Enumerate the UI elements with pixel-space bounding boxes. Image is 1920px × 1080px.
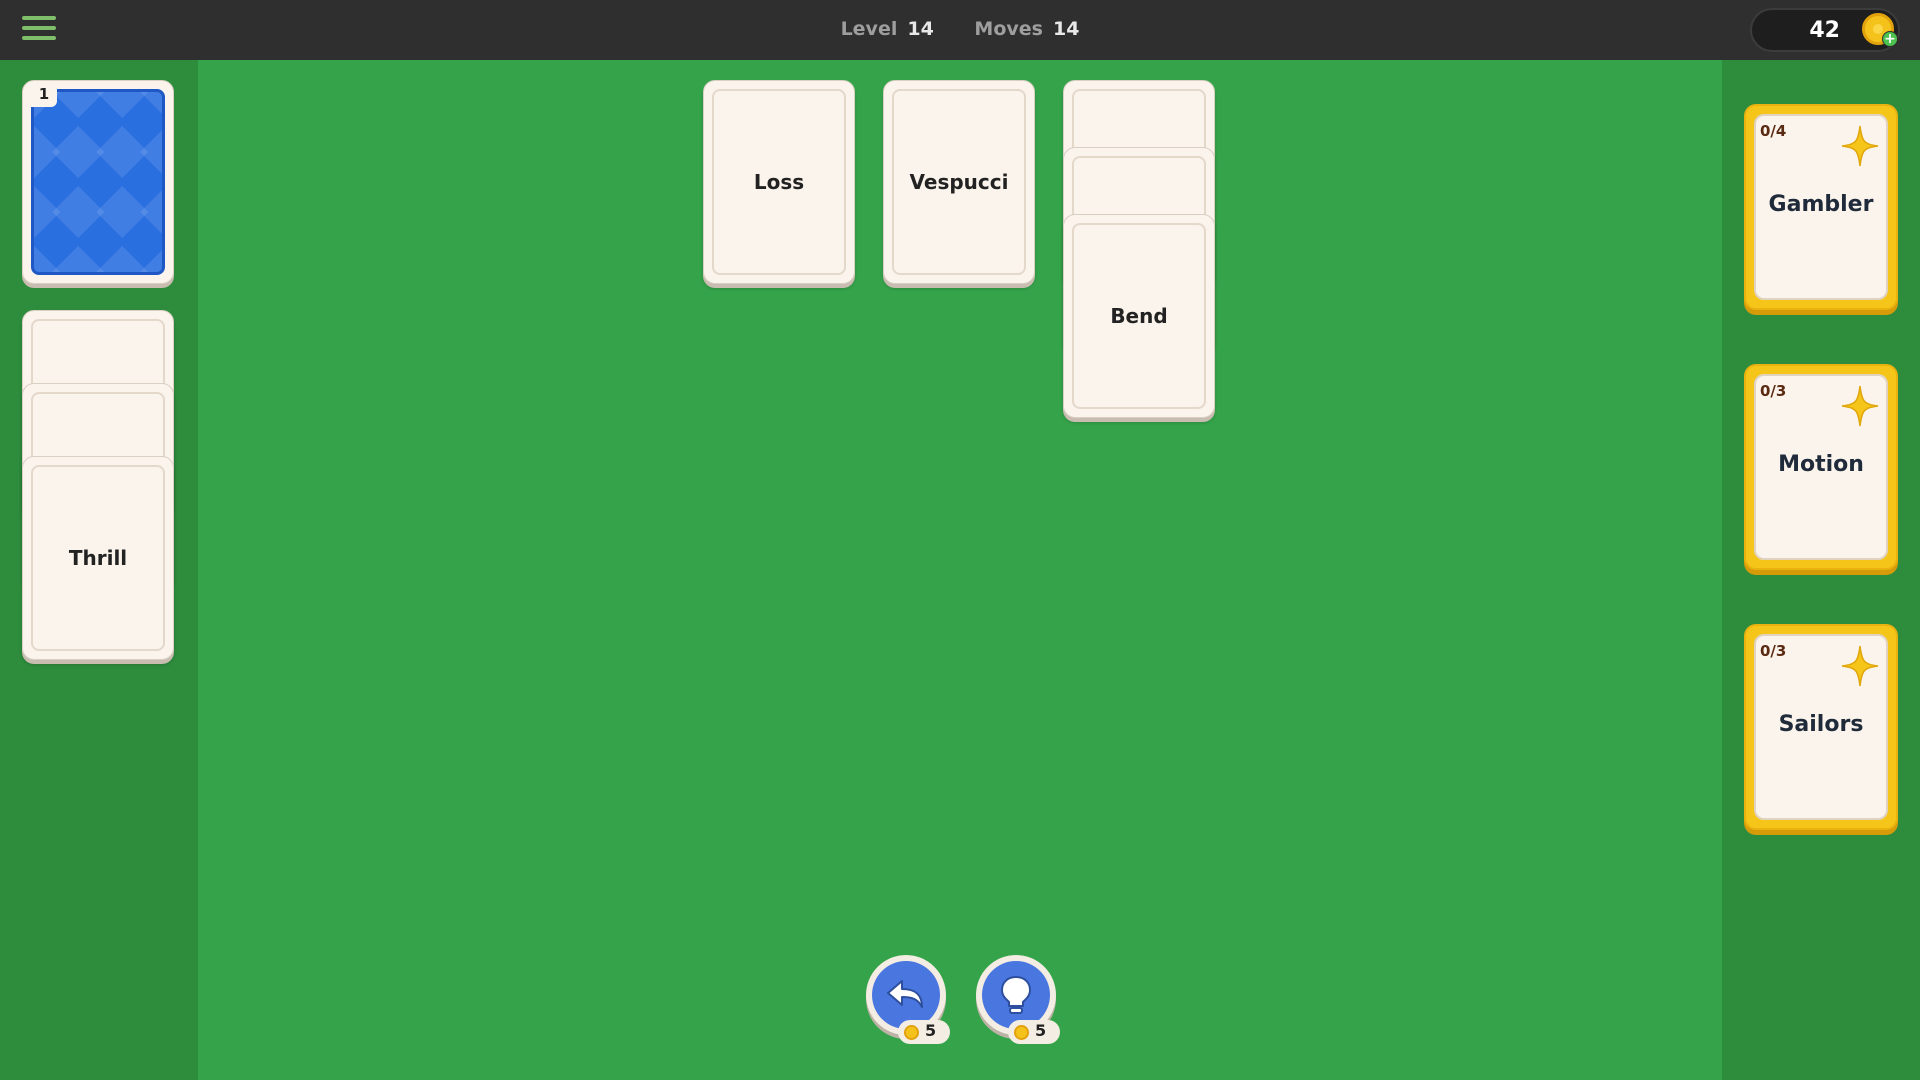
- category-name: Gambler: [1768, 192, 1874, 217]
- card-back: [31, 89, 165, 275]
- card-word: Vespucci: [909, 170, 1009, 194]
- star-icon: [1841, 125, 1879, 167]
- plus-icon[interactable]: +: [1882, 31, 1898, 47]
- undo-cost-value: 5: [925, 1021, 937, 1040]
- hint-cost: 5: [1008, 1020, 1060, 1044]
- category-count: 0/3: [1760, 642, 1787, 660]
- category-name: Sailors: [1778, 712, 1864, 737]
- undo-cost: 5: [898, 1020, 950, 1044]
- category-count: 0/3: [1760, 382, 1787, 400]
- category-card-motion[interactable]: 0/3 Motion: [1744, 364, 1898, 570]
- waste-top-card[interactable]: Thrill: [22, 456, 174, 660]
- stats: Level 14 Moves 14: [0, 18, 1920, 40]
- deck-count: 1: [31, 85, 57, 107]
- card-word: Thrill: [68, 546, 128, 570]
- category-name: Motion: [1778, 452, 1864, 477]
- draw-deck[interactable]: 1: [22, 80, 174, 284]
- coin-icon: [904, 1025, 919, 1040]
- star-icon: [1841, 385, 1879, 427]
- tableau-card[interactable]: Bend: [1063, 214, 1215, 418]
- undo-icon: [887, 980, 923, 1008]
- top-bar: Level 14 Moves 14 42 +: [0, 0, 1920, 60]
- coin-count: 42: [1809, 18, 1840, 43]
- card-word: Loss: [753, 170, 805, 194]
- star-icon: [1841, 645, 1879, 687]
- category-count: 0/4: [1760, 122, 1787, 140]
- tableau-card[interactable]: Loss: [703, 80, 855, 284]
- category-card-gambler[interactable]: 0/4 Gambler: [1744, 104, 1898, 310]
- coin-icon: [1014, 1025, 1029, 1040]
- level-value: 14: [907, 18, 934, 40]
- moves-label: Moves: [974, 18, 1043, 40]
- category-card-sailors[interactable]: 0/3 Sailors: [1744, 624, 1898, 830]
- level-label: Level: [840, 18, 898, 40]
- hint-cost-value: 5: [1035, 1021, 1047, 1040]
- tableau-card[interactable]: Vespucci: [883, 80, 1035, 284]
- card-word: Bend: [1110, 304, 1168, 328]
- lightbulb-icon: [1000, 975, 1032, 1014]
- moves-value: 14: [1052, 18, 1080, 40]
